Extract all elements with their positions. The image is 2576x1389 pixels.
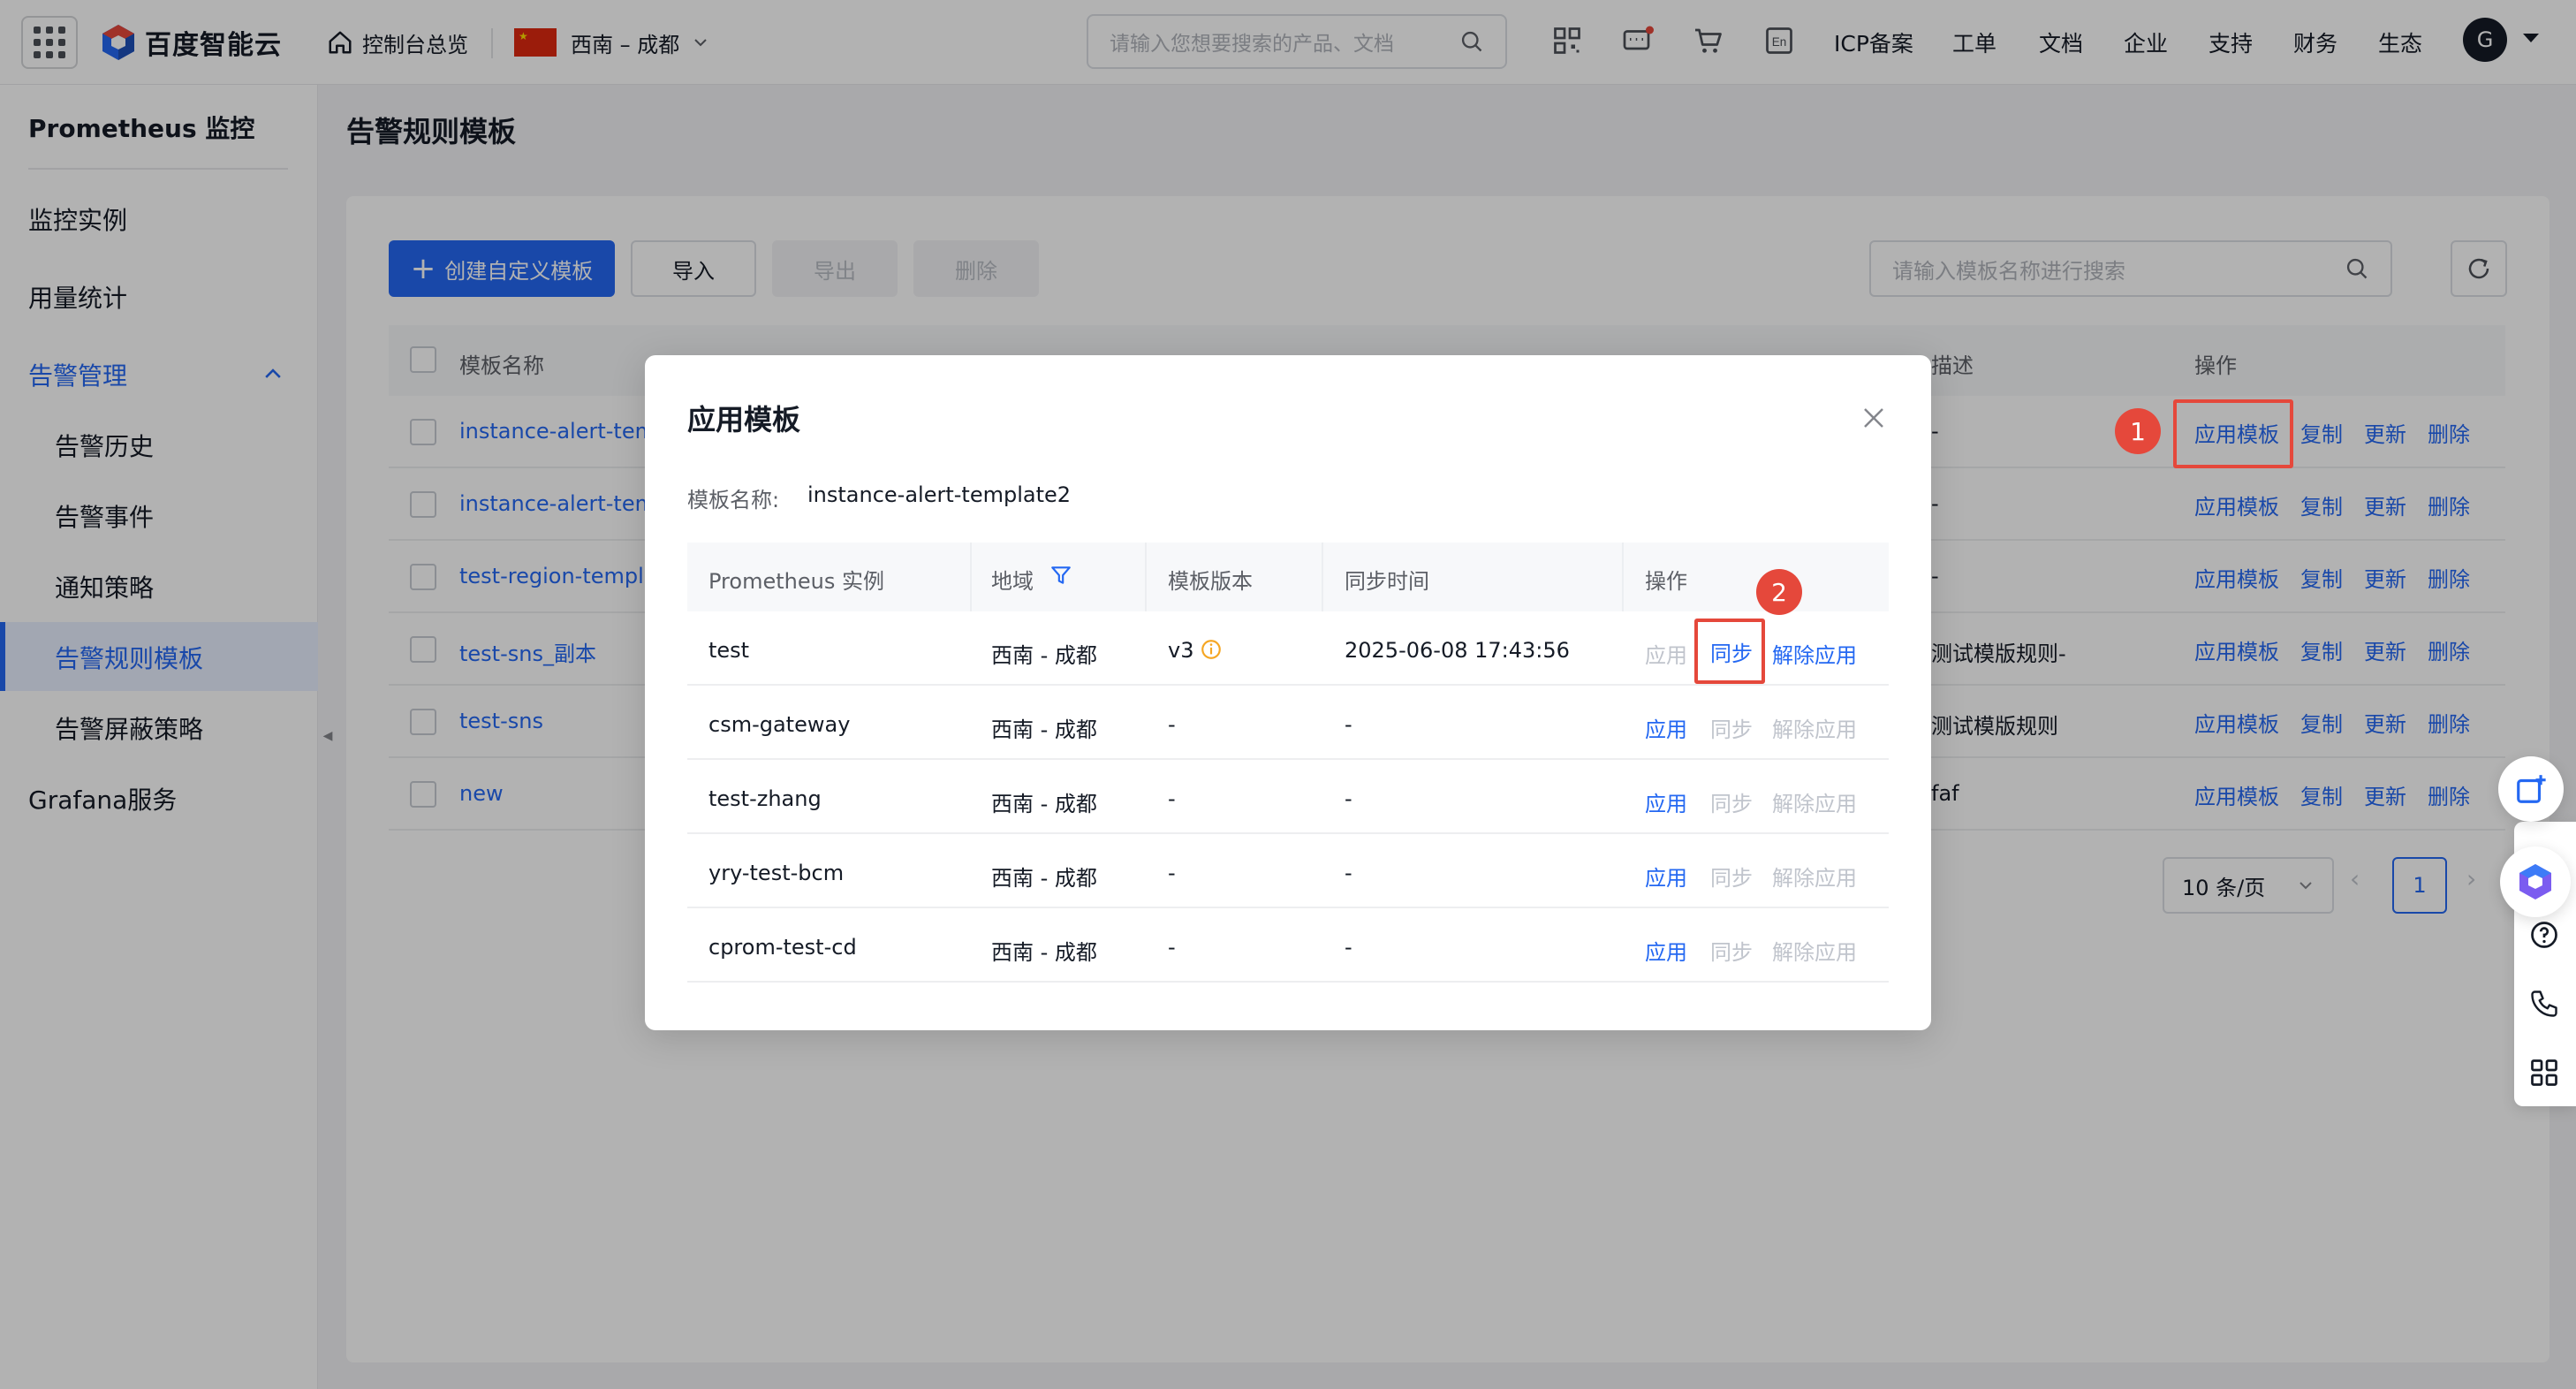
apply-action[interactable]: 应用 xyxy=(1645,712,1687,743)
column-sync-time: 同步时间 xyxy=(1345,569,1429,594)
column-template-version: 模板版本 xyxy=(1168,569,1253,594)
template-version: - xyxy=(1168,935,1176,960)
apply-action[interactable]: 应用 xyxy=(1645,786,1687,817)
sync-action[interactable]: 同步 xyxy=(1710,712,1753,743)
unapply-action[interactable]: 解除应用 xyxy=(1772,935,1857,966)
template-name-label: 模板名称: xyxy=(687,488,780,512)
modal-title: 应用模板 xyxy=(687,403,801,436)
annotation-step-badge: 2 xyxy=(1756,569,1802,615)
modal-table-row xyxy=(687,686,1889,760)
sync-time: - xyxy=(1345,786,1352,811)
instance-region: 西南 - 成都 xyxy=(991,940,1097,965)
modal-table-row xyxy=(687,760,1889,834)
sync-action[interactable]: 同步 xyxy=(1710,861,1753,892)
instance-name: csm-gateway xyxy=(708,712,851,737)
instance-region: 西南 - 成都 xyxy=(991,717,1097,742)
instance-name: test-zhang xyxy=(708,786,822,811)
template-name-value: instance-alert-template2 xyxy=(807,482,1072,507)
unapply-action[interactable]: 解除应用 xyxy=(1772,861,1857,892)
phone-icon[interactable] xyxy=(2528,988,2560,1020)
ai-assistant-icon xyxy=(2519,864,2551,899)
instance-name: yry-test-bcm xyxy=(708,861,845,885)
annotation-step-badge: 1 xyxy=(2115,408,2161,454)
unapply-action[interactable]: 解除应用 xyxy=(1772,638,1857,669)
template-version: v3 xyxy=(1168,638,1194,663)
template-version: - xyxy=(1168,861,1176,885)
column-operations: 操作 xyxy=(1645,569,1687,594)
instance-name: test xyxy=(708,638,750,663)
annotation-highlight-box xyxy=(1694,619,1765,684)
filter-icon[interactable] xyxy=(1049,564,1072,587)
apply-action[interactable]: 应用 xyxy=(1645,861,1687,892)
unapply-action[interactable]: 解除应用 xyxy=(1772,712,1857,743)
modal-table-row xyxy=(687,834,1889,908)
template-version: - xyxy=(1168,712,1176,737)
column-divider xyxy=(1322,543,1323,611)
apply-action[interactable]: 应用 xyxy=(1645,935,1687,966)
column-divider xyxy=(1145,543,1147,611)
modal-table-row xyxy=(687,908,1889,983)
instance-region: 西南 - 成都 xyxy=(991,643,1097,668)
sync-action[interactable]: 同步 xyxy=(1710,935,1753,966)
annotation-highlight-box xyxy=(2173,399,2293,468)
sync-time: - xyxy=(1345,712,1352,737)
sync-action[interactable]: 同步 xyxy=(1710,786,1753,817)
help-icon[interactable] xyxy=(2528,919,2560,951)
column-region: 地域 xyxy=(991,569,1034,594)
new-window-icon xyxy=(2517,775,2546,803)
instance-name: cprom-test-cd xyxy=(708,935,857,960)
sync-time: 2025-06-08 17:43:56 xyxy=(1345,638,1570,663)
instance-region: 西南 - 成都 xyxy=(991,866,1097,891)
apply-action[interactable]: 应用 xyxy=(1645,638,1687,669)
grid-menu-icon[interactable] xyxy=(2528,1057,2560,1089)
close-icon[interactable] xyxy=(1860,405,1887,431)
sync-time: - xyxy=(1345,861,1352,885)
column-divider xyxy=(970,543,972,611)
ai-assistant-button[interactable] xyxy=(2500,846,2571,917)
feedback-button[interactable] xyxy=(2498,756,2564,822)
unapply-action[interactable]: 解除应用 xyxy=(1772,786,1857,817)
template-version: - xyxy=(1168,786,1176,811)
sync-time: - xyxy=(1345,935,1352,960)
column-divider xyxy=(1622,543,1624,611)
info-icon[interactable] xyxy=(1200,638,1223,661)
instance-region: 西南 - 成都 xyxy=(991,792,1097,816)
column-prometheus-instance: Prometheus 实例 xyxy=(708,569,884,594)
